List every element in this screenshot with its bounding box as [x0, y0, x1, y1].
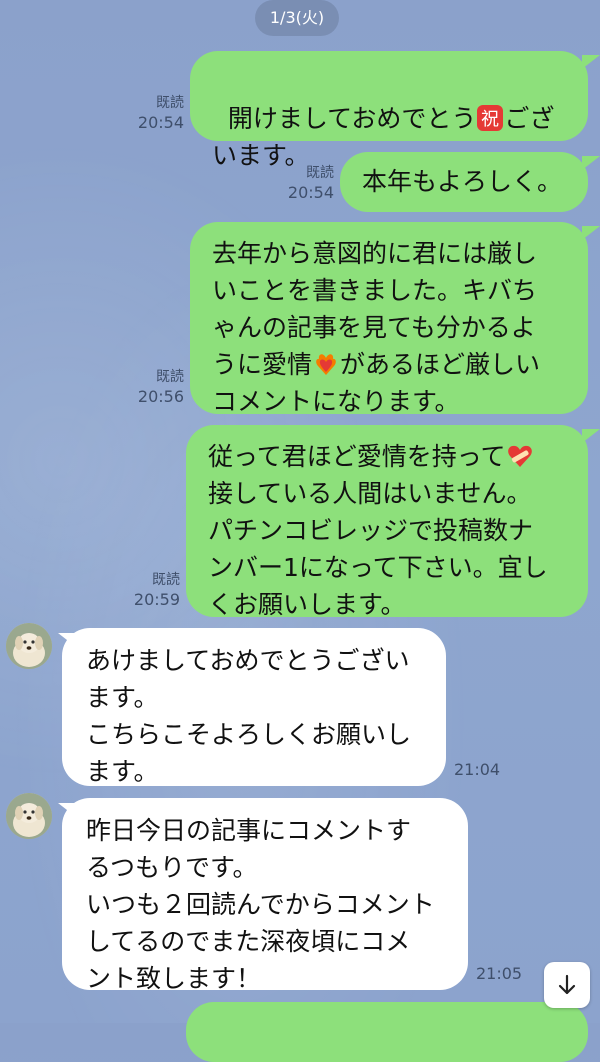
timestamp: 20:54: [137, 113, 184, 132]
message-meta: 既読 20:56: [130, 367, 184, 407]
mending-heart-emoji: [506, 442, 534, 470]
date-separator: 1/3(火): [255, 0, 339, 36]
bubble-tail: [582, 429, 600, 443]
timestamp: 20:56: [137, 387, 184, 406]
message-meta: 既読 20:54: [280, 163, 334, 203]
congratulations-emoji: 祝: [476, 104, 504, 132]
incoming-message[interactable]: あけましておめでとうござい ます。 こちらこそよろしくお願いし ます。: [62, 628, 446, 786]
outgoing-message[interactable]: 去年から意図的に君には厳し いことを書きました。キバち ゃんの記事を見ても分かる…: [190, 222, 588, 416]
dog-avatar-icon: [6, 793, 52, 839]
contact-avatar[interactable]: [6, 623, 52, 669]
heart-on-fire-emoji: [312, 350, 340, 378]
timestamp: 20:59: [133, 590, 180, 609]
timestamp: 21:04: [454, 760, 501, 779]
outgoing-message[interactable]: 開けましておめでとう祝ござ います。: [190, 51, 588, 170]
read-receipt: 既読: [156, 369, 184, 385]
read-receipt: 既読: [152, 572, 180, 588]
outgoing-message-partial[interactable]: [186, 1002, 588, 1062]
incoming-message[interactable]: 昨日今日の記事にコメントす るつもりです。 いつも２回読んでからコメント してる…: [62, 798, 468, 993]
message-text: 従って君ほど愛情を持って: [208, 442, 506, 471]
contact-avatar[interactable]: [6, 793, 52, 839]
dog-avatar-icon: [6, 623, 52, 669]
message-text: ござ: [504, 104, 555, 133]
bubble-tail: [582, 226, 600, 240]
message-meta: 既読 20:54: [130, 93, 184, 133]
scroll-to-bottom-button[interactable]: [544, 962, 590, 1008]
bubble-tail: [582, 55, 600, 69]
timestamp: 21:05: [476, 964, 523, 983]
message-text: 接している人間はいません。 パチンコビレッジで投稿数ナ ンバー1になって下さい。…: [208, 479, 548, 619]
read-receipt: 既読: [156, 95, 184, 111]
outgoing-message[interactable]: 本年もよろしく。: [340, 152, 588, 212]
read-receipt: 既読: [306, 165, 334, 181]
bubble-tail: [582, 156, 600, 170]
outgoing-message[interactable]: 従って君ほど愛情を持って 接している人間はいません。 パチンコビレッジで投稿数ナ…: [186, 425, 588, 619]
message-text: 開けましておめでとう: [227, 104, 477, 133]
stamp-glyph: 祝: [481, 109, 499, 130]
arrow-down-icon: [558, 974, 576, 995]
timestamp: 20:54: [287, 183, 334, 202]
message-meta: 既読 20:59: [126, 570, 180, 610]
